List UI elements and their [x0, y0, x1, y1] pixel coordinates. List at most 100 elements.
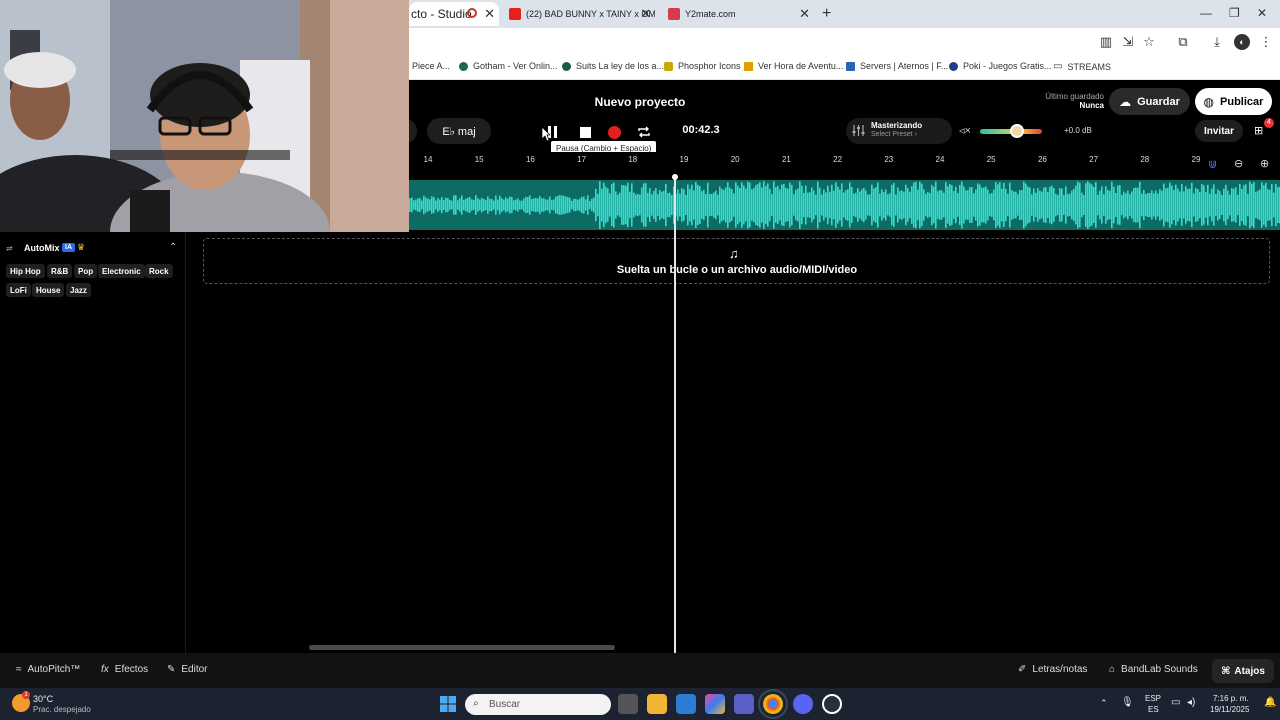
horizontal-scrollbar[interactable] [309, 645, 615, 650]
windows-start-icon[interactable] [440, 696, 456, 717]
magnet-snap-icon[interactable]: ⋓ [1208, 158, 1217, 171]
lang-code[interactable]: ESP [1145, 694, 1161, 703]
close-icon[interactable]: ✕ [484, 6, 495, 22]
task-view-icon[interactable] [618, 694, 638, 714]
teams-icon[interactable] [734, 694, 754, 714]
genre-chip[interactable]: Rock [145, 264, 173, 278]
genre-chip[interactable]: Jazz [66, 283, 91, 297]
tab-youtube[interactable]: (22) BAD BUNNY x TAINY x OM ✕ [505, 2, 655, 26]
bookmark-item[interactable]: Suits La ley de los a... [562, 61, 664, 71]
zoom-in-icon[interactable]: ⊕ [1260, 157, 1269, 170]
reading-list-icon[interactable]: ▥ [1098, 34, 1114, 50]
clock-date[interactable]: 19/11/2025 [1210, 705, 1249, 714]
last-saved: Último guardado Nunca [1020, 92, 1104, 110]
volume-icon[interactable]: ◂) [1187, 697, 1195, 708]
bookmark-folder[interactable]: ▭ STREAMS [1053, 61, 1111, 72]
chevron-up-tray-icon[interactable]: ⌃ [1100, 698, 1108, 709]
phosphor-icon [664, 61, 673, 71]
effects-button[interactable]: fx Efectos [101, 664, 148, 675]
close-icon[interactable]: ✕ [799, 6, 810, 22]
notification-bell-icon[interactable]: 🔔 [1264, 697, 1276, 708]
lang-layout[interactable]: ES [1148, 705, 1159, 714]
speaker-mute-icon[interactable]: ◃× [959, 124, 971, 137]
genre-chip[interactable]: Pop [74, 264, 98, 278]
search-icon: ⌕ [473, 698, 479, 709]
profile-avatar[interactable]: ◐ [1234, 34, 1250, 50]
autopitch-button[interactable]: ≈ AutoPitch™ [16, 664, 80, 675]
microphone-icon[interactable]: 🎙 [1121, 697, 1134, 708]
minimize-icon[interactable]: — [1200, 6, 1212, 20]
genre-chip[interactable]: Electronic [98, 264, 145, 278]
lyrics-button[interactable]: ✐ Letras/notas [1018, 664, 1087, 675]
autopitch-icon: ≈ [16, 664, 22, 675]
genre-chip[interactable]: LoFi [6, 283, 31, 297]
sliders-icon [852, 124, 865, 142]
audio-region[interactable] [409, 180, 1280, 230]
app-icon[interactable] [822, 694, 842, 714]
discord-icon[interactable] [793, 694, 813, 714]
restore-icon[interactable]: ❐ [1229, 6, 1240, 20]
playhead-handle[interactable] [672, 174, 678, 180]
close-icon[interactable]: ✕ [640, 6, 651, 22]
volume-db-label: +0.0 dB [1064, 126, 1092, 135]
key-selector[interactable]: E♭ maj [427, 118, 491, 144]
bookmark-label: Piece A... [412, 61, 451, 71]
bookmark-label: Servers | Aternos | F... [860, 61, 949, 71]
bookmark-item[interactable]: Servers | Aternos | F... [846, 61, 948, 71]
taskbar-search[interactable]: ⌕ Buscar [465, 694, 611, 715]
record-icon [607, 125, 621, 139]
clock-time[interactable]: 7:16 p. m. [1213, 694, 1249, 703]
bookmark-star-icon[interactable]: ☆ [1141, 34, 1157, 50]
publish-button[interactable]: ◍ Publicar [1195, 88, 1272, 115]
chrome-icon[interactable] [758, 689, 788, 719]
pencil-icon: ✎ [167, 664, 176, 675]
site-icon [846, 61, 855, 71]
copilot-icon[interactable] [705, 694, 725, 714]
editor-button[interactable]: ✎ Editor [167, 664, 208, 675]
bookmark-label: Phosphor Icons [678, 61, 741, 71]
cast-icon[interactable]: ⇲ [1120, 34, 1136, 50]
bookmark-item[interactable]: Gotham - Ver Onlin... [459, 61, 558, 71]
download-icon[interactable]: ⤓ [1209, 34, 1225, 50]
new-tab-button[interactable]: + [822, 5, 831, 23]
genre-chip[interactable]: R&B [47, 264, 73, 278]
project-title[interactable]: Nuevo proyecto [560, 95, 720, 109]
save-label: Guardar [1137, 95, 1180, 108]
bookmark-label: STREAMS [1067, 61, 1111, 72]
playhead[interactable] [674, 177, 676, 653]
genre-chip[interactable]: Hip Hop [6, 264, 45, 278]
ruler-tick-label: 24 [935, 155, 945, 164]
close-window-icon[interactable]: ✕ [1257, 6, 1267, 20]
bookmark-item[interactable]: Ver Hora de Aventu... [744, 61, 843, 71]
zoom-out-icon[interactable]: ⊖ [1234, 157, 1243, 170]
bookmark-item[interactable]: Phosphor Icons [664, 61, 741, 71]
bookmark-item[interactable]: Piece A... [412, 61, 450, 71]
file-explorer-icon[interactable] [647, 694, 667, 714]
menu-kebab-icon[interactable]: ⋮ [1258, 34, 1274, 50]
invite-button[interactable]: Invitar [1195, 120, 1243, 142]
tab-studio[interactable]: cto - Studio ✕ [409, 2, 499, 26]
vscode-icon[interactable] [676, 694, 696, 714]
last-saved-label: Último guardado [1045, 92, 1104, 101]
genre-chip[interactable]: House [32, 283, 65, 297]
gift-icon[interactable]: ⊞ [1254, 124, 1263, 137]
stop-button[interactable] [577, 124, 593, 140]
track-dropzone[interactable] [203, 238, 1270, 284]
save-button[interactable]: ☁ Guardar [1109, 88, 1190, 115]
bookmark-item[interactable]: Poki - Juegos Gratis... [949, 61, 1052, 71]
shortcuts-button[interactable]: ⌘ Atajos [1212, 659, 1274, 683]
bookmark-label: Poki - Juegos Gratis... [963, 61, 1052, 71]
webcam-image [0, 0, 409, 232]
tab-y2mate[interactable]: Y2mate.com ✕ [664, 2, 814, 26]
chevron-up-icon[interactable]: ⌃ [169, 242, 177, 253]
bandlab-sounds-button[interactable]: ⌂ BandLab Sounds [1109, 664, 1198, 675]
site-icon [562, 61, 571, 71]
automix-header[interactable]: ⇌ AutoMix IA ♛ ⌃ [0, 240, 186, 258]
autopitch-label: AutoPitch™ [27, 664, 81, 675]
windows-taskbar [0, 688, 1280, 720]
monitor-icon[interactable]: ▭ [1171, 697, 1180, 708]
extensions-icon[interactable]: ⧉ [1175, 34, 1191, 50]
bookmark-label: Ver Hora de Aventu... [758, 61, 844, 71]
record-button[interactable] [606, 124, 622, 140]
loop-button[interactable] [636, 124, 652, 140]
